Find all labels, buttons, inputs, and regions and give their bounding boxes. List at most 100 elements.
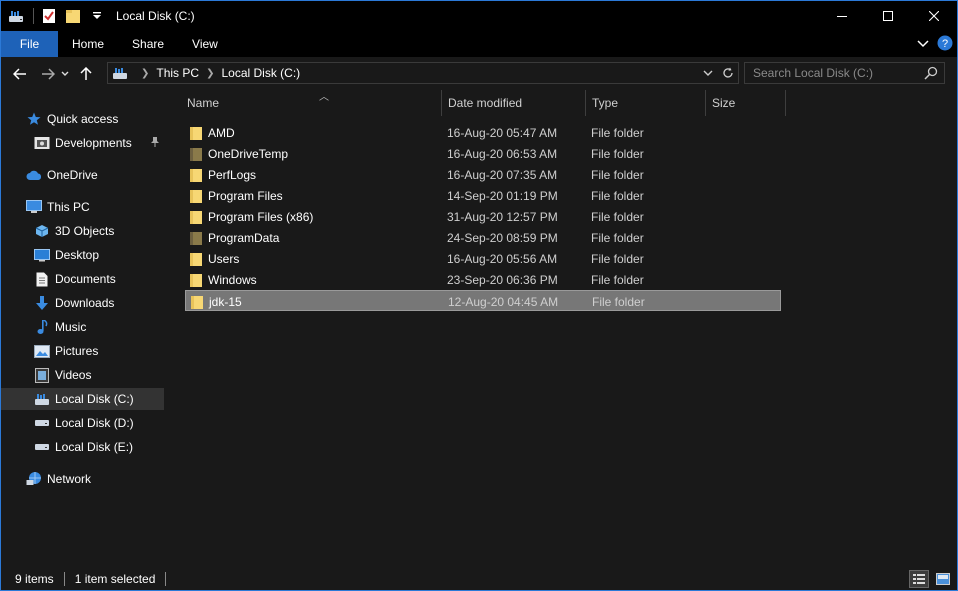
file-name-cell[interactable]: Program Files (x86) xyxy=(189,206,313,227)
sidebar-item-desktop[interactable]: Desktop xyxy=(33,244,164,266)
close-button[interactable] xyxy=(911,1,957,31)
window-controls xyxy=(819,1,957,31)
sidebar-item-label: Network xyxy=(47,472,92,486)
sidebar-item-videos[interactable]: Videos xyxy=(33,364,164,386)
sidebar-item-local-disk-d[interactable]: Local Disk (D:) xyxy=(33,412,164,434)
breadcrumb-separator[interactable]: ❯ xyxy=(206,68,214,79)
back-button[interactable] xyxy=(9,63,31,85)
sidebar-item-label: This PC xyxy=(47,200,90,214)
file-name-cell[interactable]: ProgramData xyxy=(189,227,279,248)
sidebar-item-label: Desktop xyxy=(55,248,100,262)
music-icon xyxy=(33,318,51,336)
sidebar-item-quick-access[interactable]: Quick access xyxy=(25,108,188,130)
table-row[interactable]: AMD 16-Aug-20 05:47 AM File folder xyxy=(185,122,781,143)
sidebar-item-this-pc[interactable]: This PC xyxy=(25,196,188,218)
column-header-date-modified[interactable]: Date modified xyxy=(442,90,586,116)
table-row[interactable]: Windows 23-Sep-20 06:36 PM File folder xyxy=(185,269,781,290)
table-row[interactable]: Users 16-Aug-20 05:56 AM File folder xyxy=(185,248,781,269)
cube-icon xyxy=(33,222,51,240)
address-bar[interactable]: ❯ This PC ❯ Local Disk (C:) xyxy=(107,62,739,84)
pin-icon[interactable] xyxy=(150,136,160,151)
date-modified-cell: 12-Aug-20 04:45 AM xyxy=(448,294,559,309)
file-name-cell[interactable]: PerfLogs xyxy=(189,164,256,185)
type-cell: File folder xyxy=(591,146,644,161)
type-cell: File folder xyxy=(591,209,644,224)
desktop-icon xyxy=(33,246,51,264)
back-arrow-icon xyxy=(13,67,26,80)
file-name-cell[interactable]: Users xyxy=(189,248,239,269)
sidebar-item-pictures[interactable]: Pictures xyxy=(33,340,164,362)
file-name-cell[interactable]: AMD xyxy=(189,122,235,143)
sidebar-item-developments[interactable]: Developments xyxy=(33,132,164,154)
tab-file[interactable]: File xyxy=(1,31,58,57)
file-name-cell[interactable]: jdk-15 xyxy=(190,291,242,312)
file-name-cell[interactable]: Program Files xyxy=(189,185,283,206)
sidebar-item-label: Documents xyxy=(55,272,116,286)
type-cell: File folder xyxy=(591,272,644,287)
search-icon[interactable] xyxy=(924,66,938,83)
column-header-type[interactable]: Type xyxy=(586,90,706,116)
properties-icon[interactable] xyxy=(40,7,58,25)
large-icons-view-icon xyxy=(936,573,950,585)
tab-home[interactable]: Home xyxy=(58,31,118,57)
customize-dropdown-icon[interactable] xyxy=(88,7,106,25)
file-name: Windows xyxy=(208,272,257,287)
sidebar-item-label: Local Disk (C:) xyxy=(55,392,134,406)
window-title: Local Disk (C:) xyxy=(116,9,195,23)
breadcrumb-separator[interactable]: ❯ xyxy=(141,68,149,79)
folder-icon xyxy=(190,210,202,224)
tab-view[interactable]: View xyxy=(178,31,232,57)
recent-locations-button[interactable] xyxy=(59,63,71,85)
column-header-label: Type xyxy=(592,96,619,110)
sidebar-item-local-disk-e[interactable]: Local Disk (E:) xyxy=(33,436,164,458)
folder-icon xyxy=(190,252,202,266)
sidebar-item-label: Pictures xyxy=(55,344,99,358)
status-bar: 9 items 1 item selected xyxy=(1,568,957,590)
sidebar-item-onedrive[interactable]: OneDrive xyxy=(25,164,188,186)
folder-icon xyxy=(190,273,202,287)
sidebar-item-documents[interactable]: Documents xyxy=(33,268,164,290)
file-name-cell[interactable]: Windows xyxy=(189,269,257,290)
sidebar-item-network[interactable]: Network xyxy=(25,468,188,490)
column-header-size[interactable]: Size xyxy=(706,90,786,116)
column-header-label: Name xyxy=(187,96,220,110)
sidebar-item-downloads[interactable]: Downloads xyxy=(33,292,164,314)
expand-ribbon-icon[interactable] xyxy=(917,37,929,51)
sidebar-item-label: Local Disk (E:) xyxy=(55,440,134,454)
sidebar-item-local-disk-c[interactable]: Local Disk (C:) xyxy=(1,388,164,410)
type-cell: File folder xyxy=(591,188,644,203)
chevron-down-icon xyxy=(61,71,69,76)
date-modified-cell: 16-Aug-20 05:56 AM xyxy=(447,251,558,266)
help-icon[interactable]: ? xyxy=(937,35,953,54)
table-row[interactable]: Program Files (x86) 31-Aug-20 12:57 PM Fil… xyxy=(185,206,781,227)
minimize-button[interactable] xyxy=(819,1,865,31)
type-cell: File folder xyxy=(591,230,644,245)
file-name: AMD xyxy=(208,125,235,140)
file-name-cell[interactable]: OneDriveTemp xyxy=(189,143,288,164)
tab-share[interactable]: Share xyxy=(118,31,178,57)
up-button[interactable] xyxy=(75,63,97,85)
drive-icon[interactable] xyxy=(7,7,25,25)
type-cell: File folder xyxy=(591,125,644,140)
refresh-button[interactable] xyxy=(718,63,738,83)
column-header-name[interactable]: Name ︿ xyxy=(181,90,442,116)
search-input[interactable]: Search Local Disk (C:) xyxy=(744,62,945,84)
new-folder-icon[interactable] xyxy=(64,7,82,25)
forward-button[interactable] xyxy=(37,63,59,85)
maximize-button[interactable] xyxy=(865,1,911,31)
large-icons-view-button[interactable] xyxy=(933,570,953,588)
details-view-button[interactable] xyxy=(909,570,929,588)
table-row[interactable]: ProgramData 24-Sep-20 08:59 PM File folder xyxy=(185,227,781,248)
breadcrumb-this-pc[interactable]: This PC xyxy=(156,66,199,80)
breadcrumb-local-disk[interactable]: Local Disk (C:) xyxy=(221,66,300,80)
table-row[interactable]: jdk-15 12-Aug-20 04:45 AM File folder xyxy=(185,290,781,311)
sidebar-item-3d-objects[interactable]: 3D Objects xyxy=(33,220,164,242)
address-dropdown-button[interactable] xyxy=(698,63,718,83)
table-row[interactable]: OneDriveTemp 16-Aug-20 06:53 AM File folde… xyxy=(185,143,781,164)
table-row[interactable]: PerfLogs 16-Aug-20 07:35 AM File folder xyxy=(185,164,781,185)
title-bar: Local Disk (C:) xyxy=(1,1,957,31)
type-cell: File folder xyxy=(592,294,645,309)
sidebar-item-music[interactable]: Music xyxy=(33,316,164,338)
table-row[interactable]: Program Files 14-Sep-20 01:19 PM File fold… xyxy=(185,185,781,206)
drive-icon xyxy=(112,66,128,80)
